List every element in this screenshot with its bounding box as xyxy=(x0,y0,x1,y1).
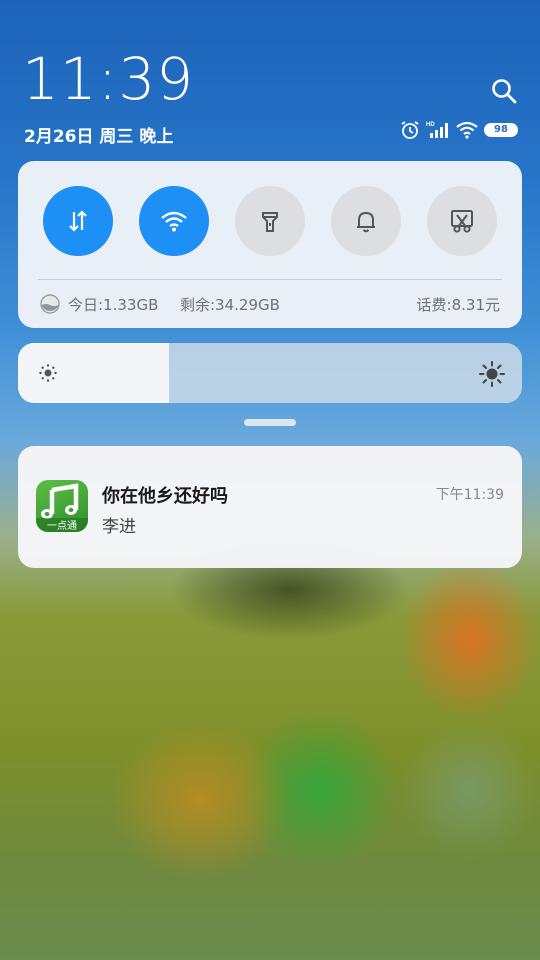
scissors-icon xyxy=(451,210,473,233)
notification-card[interactable]: 一点通 你在他乡还好吗 李进 下午11:39 xyxy=(18,446,522,568)
date-label: 2月26日 周三 晚上 xyxy=(24,127,174,147)
data-remaining: 剩余:34.29GB xyxy=(180,296,280,314)
data-today: 今日:1.33GB xyxy=(68,296,159,314)
notification-body: 李进 xyxy=(102,517,136,537)
notification-shade: 11:39 2月26日 周三 晚上 HD 98 今日:1.33GB 剩余:34.… xyxy=(0,0,540,960)
shade-drag-handle[interactable] xyxy=(244,419,296,426)
notification-title: 你在他乡还好吗 xyxy=(102,486,228,507)
phone-balance: 话费:8.31元 xyxy=(416,296,500,314)
status-bar-icons: HD 98 xyxy=(400,120,518,140)
toggle-screenshot[interactable] xyxy=(427,186,497,256)
quick-settings-panel: 今日:1.33GB 剩余:34.29GB 话费:8.31元 xyxy=(18,161,522,328)
data-usage-row[interactable]: 今日:1.33GB 剩余:34.29GB 话费:8.31元 xyxy=(38,291,502,317)
wifi-icon xyxy=(456,121,478,139)
notification-time: 下午11:39 xyxy=(435,487,504,503)
battery-icon: 98 xyxy=(484,123,518,137)
svg-text:HD: HD xyxy=(426,122,435,128)
toggle-sound[interactable] xyxy=(331,186,401,256)
clock: 11:39 xyxy=(22,45,195,113)
wifi-icon xyxy=(161,211,187,232)
app-icon-label: 一点通 xyxy=(36,518,88,532)
flashlight-icon xyxy=(262,212,278,232)
toggle-mobile-data[interactable] xyxy=(43,186,113,256)
search-icon[interactable] xyxy=(490,77,518,105)
data-usage-icon xyxy=(40,294,60,314)
app-icon: 一点通 xyxy=(36,480,88,532)
brightness-low-icon xyxy=(39,364,57,382)
toggle-flashlight[interactable] xyxy=(235,186,305,256)
data-arrows-icon xyxy=(69,210,87,232)
svg-text:一点通: 一点通 xyxy=(47,520,77,532)
divider xyxy=(38,279,502,280)
toggle-wifi[interactable] xyxy=(139,186,209,256)
hd-signal-icon: HD xyxy=(426,122,448,138)
brightness-high-icon xyxy=(479,361,505,387)
brightness-slider[interactable] xyxy=(18,343,522,403)
bell-icon xyxy=(357,211,375,233)
alarm-icon xyxy=(401,121,419,139)
